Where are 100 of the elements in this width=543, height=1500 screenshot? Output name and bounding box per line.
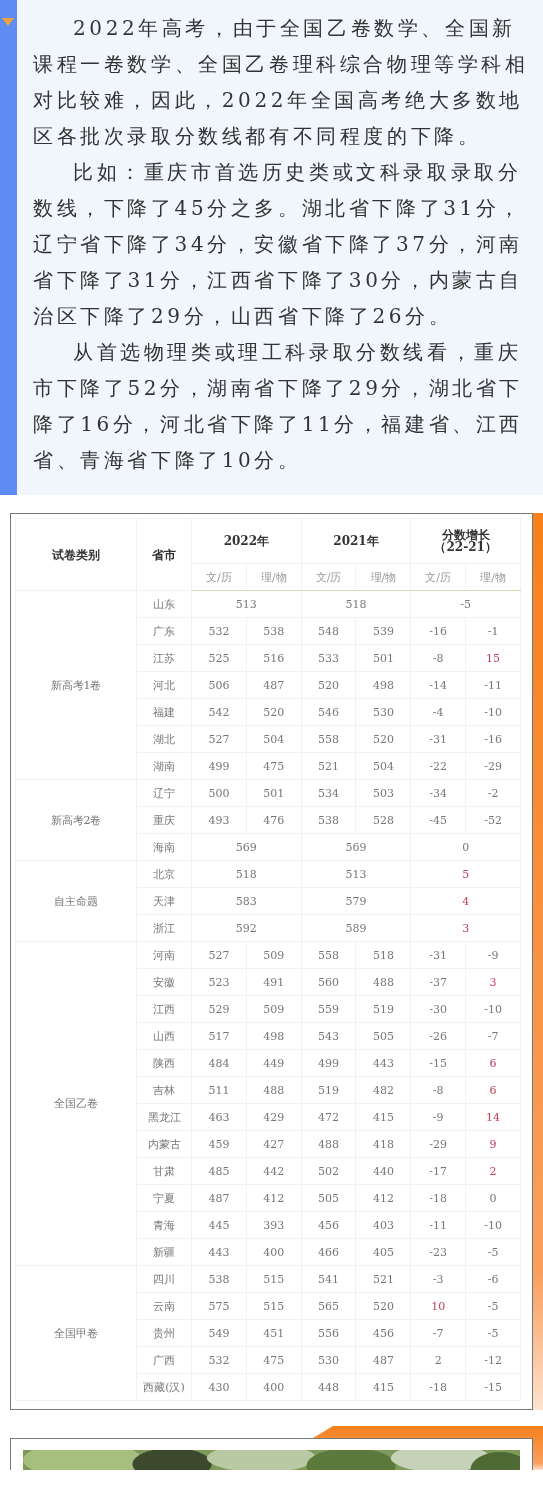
difference-cell: -18	[410, 1373, 466, 1401]
difference-cell: -5	[410, 590, 521, 618]
difference-cell: -7	[410, 1319, 466, 1347]
score-cell: 509	[246, 995, 302, 1023]
score-cell: 527	[191, 725, 247, 753]
score-cell: 503	[356, 779, 411, 807]
score-cell: 519	[301, 1076, 356, 1104]
difference-cell: 15	[465, 644, 521, 672]
score-cell: 466	[301, 1238, 356, 1266]
score-cell: 520	[356, 725, 411, 753]
score-cell: 501	[246, 779, 302, 807]
score-cell: 451	[246, 1319, 302, 1347]
province-cell: 山西	[136, 1022, 192, 1050]
score-cell: 487	[356, 1346, 411, 1374]
difference-cell: -34	[410, 779, 466, 807]
difference-cell: -29	[410, 1130, 466, 1158]
score-cell: 498	[246, 1022, 302, 1050]
score-cell: 475	[246, 1346, 302, 1374]
difference-cell: -5	[465, 1319, 521, 1347]
score-cell: 484	[191, 1049, 247, 1077]
score-cell: 560	[301, 968, 356, 996]
score-cell: 393	[246, 1211, 302, 1239]
score-cell: 488	[301, 1130, 356, 1158]
column-header: 分数增长 （22-21）	[410, 518, 521, 564]
score-cell: 527	[191, 941, 247, 969]
province-cell: 辽宁	[136, 779, 192, 807]
score-cell: 418	[356, 1130, 411, 1158]
score-cell: 440	[356, 1157, 411, 1185]
difference-cell: -4	[410, 698, 466, 726]
score-cell: 548	[301, 617, 356, 645]
difference-cell: -15	[465, 1373, 521, 1401]
score-cell: 430	[191, 1373, 247, 1401]
score-cell: 518	[301, 590, 411, 618]
score-cell: 513	[191, 590, 302, 618]
score-cell: 443	[191, 1238, 247, 1266]
difference-cell: 10	[410, 1292, 466, 1320]
difference-cell: -10	[465, 698, 521, 726]
difference-cell: -1	[465, 617, 521, 645]
score-cell: 499	[191, 752, 247, 780]
score-cell: 583	[191, 887, 302, 915]
difference-cell: -8	[410, 1076, 466, 1104]
score-cell: 505	[356, 1022, 411, 1050]
score-cell: 493	[191, 806, 247, 834]
score-cell: 569	[191, 833, 302, 861]
score-cell: 429	[246, 1103, 302, 1131]
difference-cell: -9	[410, 1103, 466, 1131]
difference-cell: -3	[410, 1265, 466, 1293]
score-cell: 504	[356, 752, 411, 780]
province-cell: 天津	[136, 887, 192, 915]
score-cell: 518	[191, 860, 302, 888]
score-cell: 538	[191, 1265, 247, 1293]
score-cell: 533	[301, 644, 356, 672]
score-cell: 442	[246, 1157, 302, 1185]
score-cell: 516	[246, 644, 302, 672]
category-cell: 全国甲卷	[15, 1265, 137, 1401]
province-cell: 海南	[136, 833, 192, 861]
score-cell: 505	[301, 1184, 356, 1212]
difference-cell: 2	[410, 1346, 466, 1374]
score-cell: 520	[356, 1292, 411, 1320]
difference-cell: -8	[410, 644, 466, 672]
score-cell: 525	[191, 644, 247, 672]
score-cell: 502	[301, 1157, 356, 1185]
subcolumn-header: 理/物	[465, 563, 521, 591]
category-cell: 新高考2卷	[15, 779, 137, 861]
score-cell: 500	[191, 779, 247, 807]
column-header: 试卷类别	[15, 518, 137, 591]
score-cell: 487	[246, 671, 302, 699]
difference-cell: -26	[410, 1022, 466, 1050]
score-cell: 487	[191, 1184, 247, 1212]
score-cell: 511	[191, 1076, 247, 1104]
province-cell: 贵州	[136, 1319, 192, 1347]
score-cell: 443	[356, 1049, 411, 1077]
score-cell: 592	[191, 914, 302, 942]
score-cell: 415	[356, 1103, 411, 1131]
score-cell: 543	[301, 1022, 356, 1050]
score-cell: 504	[246, 725, 302, 753]
difference-cell: 2	[465, 1157, 521, 1185]
score-cell: 513	[301, 860, 411, 888]
difference-cell: -30	[410, 995, 466, 1023]
score-cell: 498	[356, 671, 411, 699]
column-header: 2022年	[191, 518, 302, 564]
score-cell: 558	[301, 725, 356, 753]
score-cell: 579	[301, 887, 411, 915]
score-cell: 529	[191, 995, 247, 1023]
province-cell: 新疆	[136, 1238, 192, 1266]
score-cell: 476	[246, 806, 302, 834]
score-cell: 559	[301, 995, 356, 1023]
province-cell: 广西	[136, 1346, 192, 1374]
score-cell: 515	[246, 1265, 302, 1293]
difference-cell: -29	[465, 752, 521, 780]
score-cell: 538	[246, 617, 302, 645]
difference-cell: -18	[410, 1184, 466, 1212]
paragraph: 比如：重庆市首选历史类或文科录取录取分数线，下降了45分之多。湖北省下降了31分，辽宁省下降了34分，安徽省下降了37分，河南省下降了31分，江西省下降了30分，内蒙古自治区下降了29分，山西省下降了26分。	[33, 159, 525, 330]
score-cell: 400	[246, 1238, 302, 1266]
difference-cell: -52	[465, 806, 521, 834]
score-cell: 459	[191, 1130, 247, 1158]
score-cell: 449	[246, 1049, 302, 1077]
subcolumn-header: 文/历	[301, 563, 356, 591]
score-cell: 558	[301, 941, 356, 969]
difference-cell: 4	[410, 887, 521, 915]
